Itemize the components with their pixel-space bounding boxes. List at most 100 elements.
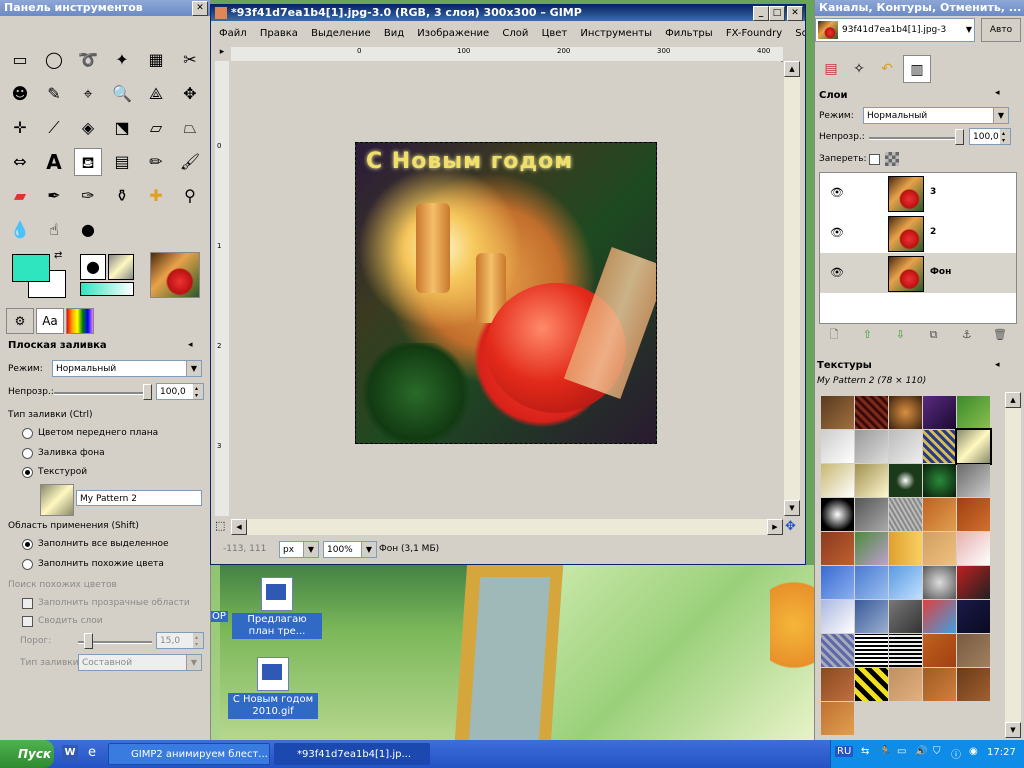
pattern-tile[interactable]: [957, 532, 990, 565]
threshold-spin[interactable]: 15,0: [156, 632, 204, 649]
layers-opacity-thumb[interactable]: [955, 129, 964, 145]
pattern-preview-icon[interactable]: [108, 254, 134, 280]
menu-script[interactable]: Sc: [795, 28, 805, 39]
undo-tab-icon[interactable]: ↶: [873, 55, 901, 83]
text-tool-icon[interactable]: A: [40, 148, 68, 176]
foreground-select-icon[interactable]: ☻: [6, 80, 34, 108]
toolbox-close-button[interactable]: ✕: [192, 1, 208, 16]
pattern-tile[interactable]: [889, 566, 922, 599]
eye-icon[interactable]: 👁: [830, 186, 844, 199]
eye-icon[interactable]: 👁: [830, 266, 844, 279]
merge-layers-checkbox[interactable]: [22, 616, 33, 627]
move-icon[interactable]: ✥: [176, 80, 204, 108]
pattern-tile[interactable]: [957, 396, 990, 429]
pattern-tile[interactable]: [889, 634, 922, 667]
area-all-radio[interactable]: [22, 539, 33, 550]
horizontal-scrollbar[interactable]: ◀ ▶: [231, 519, 783, 535]
eye-icon[interactable]: 👁: [830, 226, 844, 239]
layers-tab-icon[interactable]: ▤: [817, 55, 845, 83]
word-quicklaunch-icon[interactable]: W: [62, 745, 78, 761]
pattern-tile[interactable]: [821, 702, 854, 735]
menu-fx-foundry[interactable]: FX-Foundry: [726, 28, 782, 39]
pattern-tile[interactable]: [923, 532, 956, 565]
fill-bg-radio[interactable]: [22, 448, 33, 459]
pattern-tile[interactable]: [855, 464, 888, 497]
pattern-button[interactable]: [40, 484, 74, 516]
pattern-name-field[interactable]: My Pattern 2: [76, 490, 202, 506]
pattern-tile[interactable]: [889, 396, 922, 429]
pattern-tile[interactable]: [855, 566, 888, 599]
pattern-tile[interactable]: [855, 498, 888, 531]
pattern-tile[interactable]: [855, 668, 888, 701]
language-indicator[interactable]: RU: [835, 746, 854, 757]
maximize-button[interactable]: □: [769, 6, 785, 21]
layers-opacity-slider[interactable]: [869, 137, 961, 140]
measure-icon[interactable]: ⟁: [142, 80, 170, 108]
duplicate-layer-icon[interactable]: ⧉: [919, 328, 949, 342]
volume-icon[interactable]: 🔊: [915, 746, 927, 757]
active-image-thumbnail[interactable]: [150, 252, 200, 298]
pattern-tile[interactable]: [889, 430, 922, 463]
pattern-tile[interactable]: [955, 428, 992, 465]
desktop-icon-gif[interactable]: С Новым годом 2010.gif: [228, 657, 318, 719]
pattern-tile[interactable]: [855, 430, 888, 463]
transparent-areas-checkbox[interactable]: [22, 598, 33, 609]
layer-row[interactable]: 👁 3: [820, 173, 1016, 213]
layers-mode-select[interactable]: Нормальный ▼: [863, 107, 1009, 124]
auto-button[interactable]: Авто: [981, 18, 1021, 42]
pattern-tile[interactable]: [855, 600, 888, 633]
threshold-slider-thumb[interactable]: [84, 633, 93, 649]
new-layer-icon[interactable]: 🗋: [819, 326, 849, 345]
pattern-tile[interactable]: [923, 430, 956, 463]
pattern-tile[interactable]: [821, 668, 854, 701]
paintbrush-icon[interactable]: 🖌: [176, 148, 204, 176]
menu-file[interactable]: Файл: [219, 28, 247, 39]
layers-menu-icon[interactable]: ◂: [995, 88, 1000, 98]
scroll-up-icon[interactable]: ▲: [1005, 392, 1021, 408]
scroll-right-icon[interactable]: ▶: [767, 519, 783, 535]
pattern-tile[interactable]: [923, 634, 956, 667]
pattern-tile[interactable]: [957, 566, 990, 599]
taskbar-item-gimp[interactable]: *93f41d7ea1b4[1].jp...: [274, 743, 430, 765]
pattern-tile[interactable]: [957, 498, 990, 531]
pattern-tile[interactable]: [821, 634, 854, 667]
ruler-corner-icon[interactable]: ▸: [215, 47, 229, 61]
flip-icon[interactable]: ⇔: [6, 148, 34, 176]
fill-by-select[interactable]: Составной ▼: [78, 654, 202, 671]
scissors-icon[interactable]: ✂: [176, 46, 204, 74]
scale-icon[interactable]: ⬔: [108, 114, 136, 142]
ie-quicklaunch-icon[interactable]: e: [84, 745, 100, 761]
minimize-button[interactable]: _: [753, 6, 769, 21]
paths-icon[interactable]: ✎: [40, 80, 68, 108]
layer-row[interactable]: 👁 2: [820, 213, 1016, 253]
crop-icon[interactable]: ⟋: [40, 114, 68, 142]
color-picker-icon[interactable]: ⌖: [74, 80, 102, 108]
menu-layer[interactable]: Слой: [502, 28, 528, 39]
perspective-icon[interactable]: ⏢: [176, 114, 204, 142]
bucket-fill-icon[interactable]: ⛾: [74, 148, 102, 176]
pattern-tile[interactable]: [923, 396, 956, 429]
blend-icon[interactable]: ▤: [108, 148, 136, 176]
pattern-tile[interactable]: [821, 430, 854, 463]
patterns-menu-icon[interactable]: ◂: [995, 360, 1000, 370]
fill-pattern-radio[interactable]: [22, 467, 33, 478]
color-select-icon[interactable]: ▦: [142, 46, 170, 74]
pattern-tile[interactable]: [957, 668, 990, 701]
lock-alpha-icon[interactable]: [885, 152, 899, 166]
pattern-tile[interactable]: [821, 396, 854, 429]
pattern-tile[interactable]: [821, 498, 854, 531]
pencil-icon[interactable]: ✏: [142, 148, 170, 176]
pattern-tile[interactable]: [821, 464, 854, 497]
unit-select[interactable]: px ▼: [279, 541, 319, 558]
airbrush-icon[interactable]: ✒: [40, 182, 68, 210]
dodge-burn-icon[interactable]: ●: [74, 216, 102, 244]
gradient-preview[interactable]: [80, 282, 134, 296]
lasso-icon[interactable]: ➰: [74, 46, 102, 74]
ink-icon[interactable]: ✑: [74, 182, 102, 210]
pattern-tile[interactable]: [821, 600, 854, 633]
runner-icon[interactable]: 🏃: [879, 746, 891, 757]
image-select[interactable]: 93f41d7ea1b4[1].jpg-3 ▼: [815, 18, 975, 42]
pattern-tile[interactable]: [923, 600, 956, 633]
navigate-icon[interactable]: ✥: [785, 519, 796, 534]
pattern-tile[interactable]: [923, 498, 956, 531]
